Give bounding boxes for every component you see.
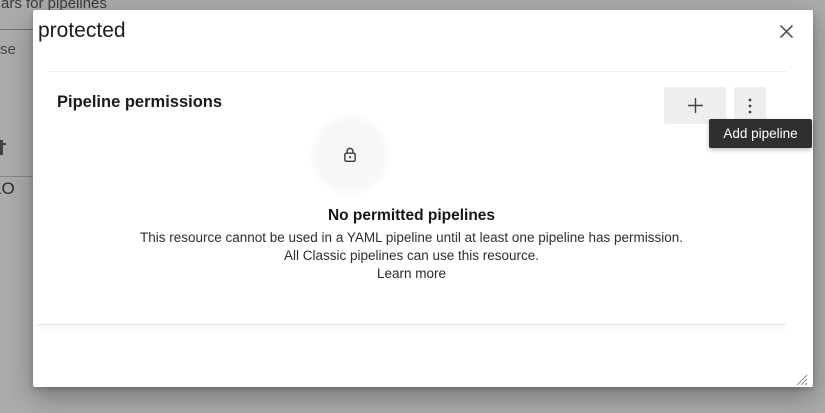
plus-icon <box>687 97 704 114</box>
background-clipped-text: se <box>0 41 16 58</box>
section-heading: Pipeline permissions <box>57 93 222 112</box>
empty-state: No permitted pipelines This resource can… <box>37 206 786 283</box>
background-divider-top <box>0 29 34 30</box>
learn-more-link[interactable]: Learn more <box>377 265 446 283</box>
lock-icon <box>341 146 359 164</box>
close-button[interactable] <box>772 17 800 45</box>
add-pipeline-tooltip: Add pipeline <box>709 119 812 148</box>
lock-icon-circle <box>310 115 390 195</box>
empty-state-description-line1: This resource cannot be used in a YAML p… <box>37 229 786 247</box>
resize-handle[interactable] <box>793 371 809 387</box>
empty-state-description-line2: All Classic pipelines can use this resou… <box>37 247 786 265</box>
title-divider <box>48 71 786 72</box>
empty-state-title: No permitted pipelines <box>37 206 786 226</box>
dialog-title: protected <box>38 17 126 45</box>
close-icon <box>779 24 794 39</box>
kebab-menu-icon <box>748 98 752 114</box>
background-clipped-glyph <box>0 140 3 155</box>
background-divider-mid <box>0 176 34 177</box>
background-clipped-label: LO <box>0 179 15 199</box>
pipeline-permissions-dialog: protected Pipeline permissions Add pipel… <box>33 10 813 387</box>
resize-grip-icon <box>793 371 809 387</box>
content-bottom-divider <box>37 324 786 325</box>
